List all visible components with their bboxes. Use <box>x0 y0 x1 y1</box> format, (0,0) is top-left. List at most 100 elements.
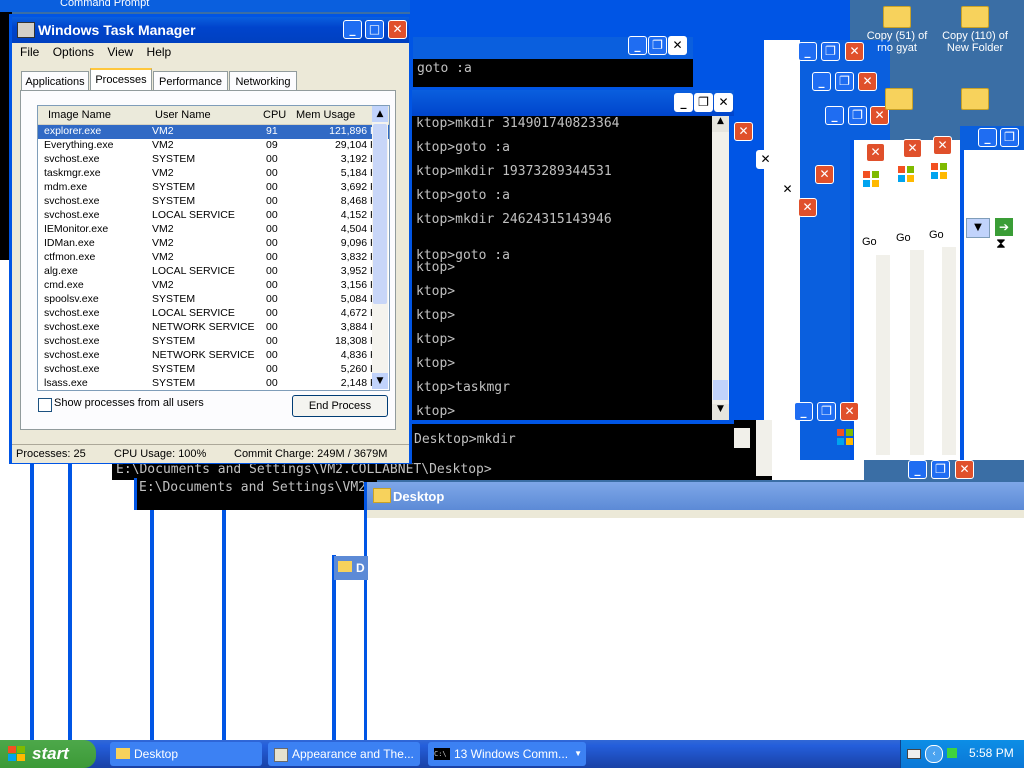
scrollbar[interactable] <box>734 428 750 448</box>
restore-icon[interactable]: ❐ <box>848 106 867 125</box>
close-icon[interactable]: ✕ <box>714 93 733 112</box>
address-dropdown[interactable]: ▼ <box>966 218 990 238</box>
restore-icon[interactable]: ❐ <box>1000 128 1019 147</box>
table-row[interactable]: IEMonitor.exe VM2 00 4,504 K <box>38 223 389 237</box>
column-mem-usage[interactable]: Mem Usage <box>296 109 355 121</box>
process-list-scrollbar[interactable]: ▲ ▼ <box>372 106 388 389</box>
task-manager-titlebar[interactable]: Windows Task Manager _ □ ✕ <box>12 17 409 43</box>
menu-file[interactable]: File <box>20 45 39 59</box>
clock[interactable]: 5:58 PM <box>969 746 1014 760</box>
close-icon[interactable]: ✕ <box>756 150 775 169</box>
restore-icon[interactable]: ❐ <box>931 460 950 479</box>
go-button[interactable]: Go <box>929 229 944 241</box>
close-icon[interactable]: ✕ <box>933 136 952 155</box>
column-image-name[interactable]: Image Name <box>48 109 111 121</box>
tray-expand-icon[interactable]: ‹ <box>925 745 943 763</box>
column-user-name[interactable]: User Name <box>155 109 211 121</box>
tab-performance[interactable]: Performance <box>153 71 228 91</box>
menu-view[interactable]: View <box>107 45 133 59</box>
close-icon[interactable]: ✕ <box>955 460 974 479</box>
tab-processes[interactable]: Processes <box>90 68 152 92</box>
column-cpu[interactable]: CPU <box>263 109 286 121</box>
close-icon[interactable]: ✕ <box>798 198 817 217</box>
maximize-icon[interactable]: □ <box>365 20 384 39</box>
close-icon[interactable]: ✕ <box>668 36 687 55</box>
table-row[interactable]: svchost.exe SYSTEM 00 3,192 K <box>38 153 389 167</box>
minimize-icon[interactable]: _ <box>812 72 831 91</box>
table-row[interactable]: svchost.exe NETWORK SERVICE 00 3,884 K <box>38 321 389 335</box>
table-row[interactable]: svchost.exe LOCAL SERVICE 00 4,672 K <box>38 307 389 321</box>
minimize-icon[interactable]: _ <box>978 128 997 147</box>
keyboard-icon[interactable] <box>907 749 921 759</box>
scrollbar[interactable] <box>756 420 772 476</box>
desktop-icon-folder[interactable]: Copy (51) of rno gyat <box>862 6 932 54</box>
menu-options[interactable]: Options <box>53 45 94 59</box>
table-row[interactable]: svchost.exe SYSTEM 00 5,260 K <box>38 363 389 377</box>
go-button[interactable]: Go <box>862 236 877 248</box>
taskbar-item-desktop[interactable]: Desktop <box>110 742 262 766</box>
table-row[interactable]: explorer.exe VM2 91 121,896 K <box>38 125 389 139</box>
table-row[interactable]: svchost.exe NETWORK SERVICE 00 4,836 K <box>38 349 389 363</box>
tab-applications[interactable]: Applications <box>21 71 89 91</box>
table-row[interactable]: Everything.exe VM2 09 29,104 K <box>38 139 389 153</box>
scroll-up-icon[interactable]: ▲ <box>712 116 729 132</box>
cmd-window-back[interactable]: E:\Documents and Settings\VM2 <box>134 478 377 510</box>
minimize-icon[interactable]: _ <box>343 20 362 39</box>
table-row[interactable]: cmd.exe VM2 00 3,156 K <box>38 279 389 293</box>
explorer-window[interactable]: Desktop <box>364 482 1024 740</box>
folder-icon[interactable] <box>885 88 913 110</box>
table-row[interactable]: svchost.exe SYSTEM 00 18,308 K <box>38 335 389 349</box>
close-icon[interactable]: ✕ <box>388 20 407 39</box>
taskbar-item-cmd-group[interactable]: C:\ 13 Windows Comm... ▼ <box>428 742 586 766</box>
folder-icon[interactable] <box>961 88 989 110</box>
table-row[interactable]: alg.exe LOCAL SERVICE 00 3,952 K <box>38 265 389 279</box>
minimize-icon[interactable]: _ <box>825 106 844 125</box>
table-row[interactable]: spoolsv.exe SYSTEM 00 5,084 K <box>38 293 389 307</box>
scroll-down-icon[interactable]: ▼ <box>372 373 388 389</box>
explorer-titlebar[interactable]: Desktop <box>367 482 1024 510</box>
minimize-icon[interactable]: _ <box>794 402 813 421</box>
menu-help[interactable]: Help <box>147 45 172 59</box>
minimize-icon[interactable]: _ <box>798 42 817 61</box>
close-icon[interactable]: ✕ <box>903 139 922 158</box>
table-row[interactable]: lsass.exe SYSTEM 00 2,148 K <box>38 377 389 390</box>
task-manager-window[interactable]: Windows Task Manager _ □ ✕ File Options … <box>9 14 412 464</box>
go-button[interactable]: Go <box>896 232 911 244</box>
cmd-output[interactable]: ktop>mkdir 314901740823364 ktop>goto :a kt… <box>412 116 712 420</box>
table-row[interactable]: svchost.exe LOCAL SERVICE 00 4,152 K <box>38 209 389 223</box>
close-icon[interactable]: ✕ <box>866 143 885 162</box>
scrollbar[interactable] <box>910 250 924 455</box>
taskbar-item-appearance[interactable]: Appearance and The... <box>268 742 420 766</box>
tab-networking[interactable]: Networking <box>229 71 297 91</box>
restore-icon[interactable]: ❐ <box>694 93 713 112</box>
close-icon[interactable]: ✕ <box>815 165 834 184</box>
table-row[interactable]: taskmgr.exe VM2 00 5,184 K <box>38 167 389 181</box>
table-row[interactable]: mdm.exe SYSTEM 00 3,692 K <box>38 181 389 195</box>
close-icon[interactable]: ✕ <box>840 402 859 421</box>
restore-icon[interactable]: ❐ <box>821 42 840 61</box>
close-icon[interactable]: ✕ <box>778 180 797 199</box>
start-button[interactable]: start <box>0 740 96 768</box>
desktop-icon-folder[interactable]: Copy (110) of New Folder <box>940 6 1010 54</box>
scroll-thumb[interactable] <box>713 380 728 400</box>
minimize-icon[interactable]: _ <box>628 36 647 55</box>
scroll-down-icon[interactable]: ▼ <box>712 404 729 420</box>
cmd-scrollbar[interactable]: ▲ ▼ <box>712 116 729 420</box>
table-row[interactable]: IDMan.exe VM2 00 9,096 K <box>38 237 389 251</box>
end-process-button[interactable]: End Process <box>292 395 388 417</box>
close-icon[interactable]: ✕ <box>734 122 753 141</box>
scroll-thumb[interactable] <box>373 124 387 304</box>
scroll-up-icon[interactable]: ▲ <box>372 106 388 122</box>
restore-icon[interactable]: ❐ <box>835 72 854 91</box>
process-list[interactable]: Image Name User Name CPU Mem Usage explo… <box>37 105 390 391</box>
minimize-icon[interactable]: _ <box>908 460 927 479</box>
table-row[interactable]: svchost.exe SYSTEM 00 8,468 K <box>38 195 389 209</box>
go-arrow-icon[interactable]: ➔ <box>995 218 1013 236</box>
scrollbar[interactable] <box>942 247 956 455</box>
table-row[interactable]: ctfmon.exe VM2 00 3,832 K <box>38 251 389 265</box>
restore-icon[interactable]: ❐ <box>648 36 667 55</box>
restore-icon[interactable]: ❐ <box>817 402 836 421</box>
close-icon[interactable]: ✕ <box>858 72 877 91</box>
scrollbar[interactable] <box>876 255 890 455</box>
status-green-icon[interactable] <box>947 748 957 758</box>
